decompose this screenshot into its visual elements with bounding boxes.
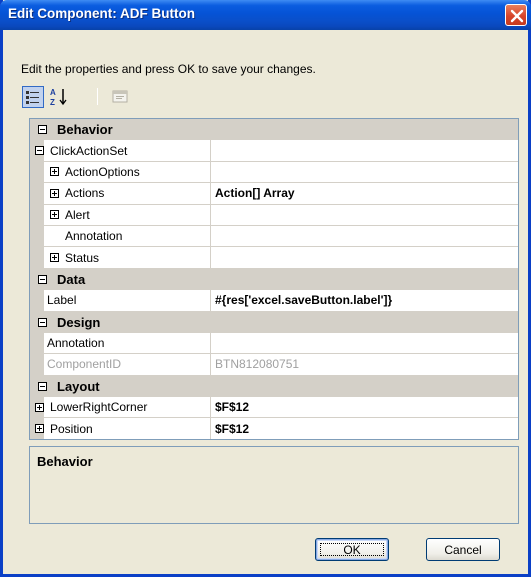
title-bar[interactable]: Edit Component: ADF Button (0, 0, 531, 30)
categorized-button[interactable] (22, 86, 44, 108)
alphabetical-sort-icon: A Z (50, 88, 67, 107)
property-row-componentid[interactable]: ComponentID BTN812080751 (30, 354, 518, 376)
property-row-lowerrightcorner[interactable]: LowerRightCorner $F$12 (30, 397, 518, 419)
property-row-position[interactable]: Position $F$12 (30, 418, 518, 439)
expand-icon[interactable] (35, 402, 44, 412)
close-icon (510, 9, 524, 23)
property-row-status[interactable]: Status (30, 247, 518, 269)
ok-button[interactable]: OK (315, 538, 389, 561)
category-data[interactable]: Data (30, 268, 518, 291)
property-value[interactable] (211, 162, 518, 184)
collapse-icon[interactable] (38, 317, 47, 327)
categorized-view-icon (26, 91, 39, 104)
collapse-icon[interactable] (38, 381, 47, 391)
property-name: Status (65, 250, 100, 265)
property-value[interactable] (211, 247, 518, 269)
property-value[interactable]: Action[] Array (211, 183, 518, 205)
property-toolbar: A Z (22, 85, 162, 111)
property-name: ClickActionSet (50, 143, 128, 158)
svg-text:A: A (50, 88, 56, 97)
category-behavior[interactable]: Behavior (30, 119, 518, 141)
property-value[interactable] (211, 333, 518, 355)
property-value[interactable] (211, 205, 518, 226)
category-label: Design (57, 314, 101, 330)
description-pane: Behavior (29, 446, 519, 524)
expand-icon[interactable] (50, 253, 59, 263)
property-value[interactable]: $F$12 (211, 397, 518, 419)
svg-text:Z: Z (50, 98, 55, 107)
property-row-actionoptions[interactable]: ActionOptions (30, 161, 518, 184)
property-grid: Behavior ClickActionSet ActionOptions Ac… (29, 118, 519, 440)
property-row-clickactionset[interactable]: ClickActionSet (30, 140, 518, 162)
property-value[interactable] (211, 140, 518, 162)
instructions-text: Edit the properties and press OK to save… (21, 62, 316, 76)
property-name: LowerRightCorner (50, 400, 148, 415)
property-value: BTN812080751 (211, 354, 518, 376)
category-label: Data (57, 271, 86, 287)
dialog-title: Edit Component: ADF Button (8, 6, 195, 21)
property-name: Annotation (47, 336, 105, 351)
category-layout[interactable]: Layout (30, 375, 518, 398)
focus-rect (320, 543, 384, 556)
property-row-annotation[interactable]: Annotation (30, 225, 518, 248)
alphabetical-button[interactable]: A Z (48, 86, 70, 108)
toolbar-separator (97, 88, 98, 105)
property-pages-button[interactable] (110, 86, 132, 108)
expand-icon[interactable] (50, 210, 59, 220)
category-design[interactable]: Design (30, 311, 518, 333)
close-button[interactable] (505, 4, 527, 26)
property-row-label[interactable]: Label #{res['excel.saveButton.label']} (30, 290, 518, 312)
property-row-design-annotation[interactable]: Annotation (30, 332, 518, 355)
property-name: Position (50, 421, 93, 436)
property-pages-icon (112, 90, 128, 103)
cancel-button[interactable]: Cancel (426, 538, 500, 561)
property-name: Alert (65, 207, 90, 222)
category-label: Layout (57, 378, 100, 394)
property-value[interactable] (211, 226, 518, 248)
category-label: Behavior (57, 122, 113, 138)
collapse-icon[interactable] (38, 274, 47, 284)
expand-icon[interactable] (50, 167, 59, 177)
collapse-icon[interactable] (35, 146, 44, 156)
property-name: Label (47, 293, 77, 308)
property-name: ActionOptions (65, 164, 140, 179)
property-name: Annotation (65, 229, 123, 244)
cancel-button-label: Cancel (444, 542, 482, 557)
collapse-icon[interactable] (38, 125, 47, 135)
property-name: Actions (65, 186, 105, 201)
expand-icon[interactable] (35, 424, 44, 434)
property-row-actions[interactable]: Actions Action[] Array (30, 183, 518, 205)
expand-icon[interactable] (50, 188, 59, 198)
description-title: Behavior (37, 454, 93, 469)
property-value[interactable]: $F$12 (211, 418, 518, 439)
property-value[interactable]: #{res['excel.saveButton.label']} (211, 290, 518, 312)
property-name: ComponentID (47, 357, 122, 372)
property-row-alert[interactable]: Alert (30, 204, 518, 226)
